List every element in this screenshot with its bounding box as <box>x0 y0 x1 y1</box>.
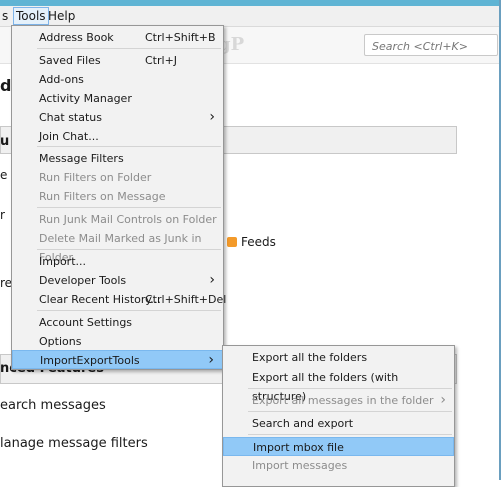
menu-item-label: Address Book <box>39 31 114 44</box>
menu-item-developer-tools[interactable]: Developer Tools › <box>12 271 223 290</box>
menu-item-delete-mail-marked-as-junk-in-folder[interactable]: Delete Mail Marked as Junk in Folder <box>12 229 223 264</box>
menu-item-label: Message Filters <box>39 152 124 166</box>
importexporttools-submenu: Export all the folders Export all the fol… <box>222 345 455 487</box>
menu-item-label: Run Filters on Message <box>39 190 166 204</box>
menu-item-label: Run Filters on Folder <box>39 171 152 185</box>
menu-item-label: Run Junk Mail Controls on Folder <box>39 213 217 227</box>
menu-separator <box>37 146 221 148</box>
menu-item-chat-status[interactable]: Chat status › <box>12 108 223 127</box>
feeds-label: Feeds <box>241 235 276 249</box>
menu-item-label: Account Settings <box>39 315 133 329</box>
search-box[interactable] <box>364 34 498 56</box>
menu-separator <box>248 434 452 435</box>
menu-item-import[interactable]: Import... <box>12 252 223 271</box>
menu-separator <box>37 309 221 311</box>
rss-icon <box>227 237 237 247</box>
menu-item-label: Saved Files <box>39 53 101 67</box>
text-fragment: e <box>0 168 8 182</box>
menu-item-shortcut: Ctrl+Shift+Del <box>145 292 227 306</box>
menu-item-activity-manager[interactable]: Activity Manager <box>12 89 223 108</box>
search-messages-link[interactable]: earch messages <box>0 398 106 413</box>
menu-separator <box>248 411 452 412</box>
menu-item-label: Activity Manager <box>39 91 132 105</box>
menu-item-label: Export all messages in the folder <box>252 393 434 407</box>
chevron-right-icon: › <box>209 271 215 288</box>
menu-item-label: Add-ons <box>39 72 84 86</box>
menu-item-label: Search and export <box>252 416 354 430</box>
account-heading-fragment: d <box>0 76 12 95</box>
menu-item-label: Import... <box>39 254 86 268</box>
menu-tools[interactable]: Tools <box>13 7 49 25</box>
manage-filters-link[interactable]: lanage message filters <box>0 436 148 451</box>
menu-item-label: Import mbox file <box>253 440 344 454</box>
menu-item-message-filters[interactable]: Message Filters <box>12 149 223 168</box>
menu-item-run-filters-on-folder[interactable]: Run Filters on Folder <box>12 168 223 187</box>
section-fragment: u <box>0 134 10 149</box>
menu-item-importexporttools[interactable]: ImportExportTools › <box>12 350 223 370</box>
menu-item-label: Join Chat... <box>39 129 99 143</box>
tools-menu: Address Book Ctrl+Shift+B Saved Files Ctrl+… <box>11 25 227 370</box>
menu-item-label: Clear Recent History... <box>39 292 161 306</box>
menu-item-export-all-messages-in-the-folder[interactable]: Export all messages in the folder › <box>223 391 454 410</box>
menu-bar: s Tools Help <box>0 6 499 27</box>
menu-item-join-chat[interactable]: Join Chat... <box>12 127 223 146</box>
menu-item-saved-files[interactable]: Saved Files Ctrl+J <box>12 51 223 70</box>
chevron-right-icon: › <box>440 391 446 408</box>
menu-separator <box>37 47 221 49</box>
menu-help[interactable]: Help <box>46 8 77 24</box>
menu-item-options[interactable]: Options <box>12 332 223 351</box>
menu-item-export-all-the-folders-with-structure[interactable]: Export all the folders (with structure) <box>223 368 454 403</box>
menu-item-run-filters-on-message[interactable]: Run Filters on Message <box>12 187 223 206</box>
menu-item-run-junk-mail-controls-on-folder[interactable]: Run Junk Mail Controls on Folder <box>12 210 223 229</box>
menu-item-add-ons[interactable]: Add-ons <box>12 70 223 89</box>
menu-item-label: Import messages <box>252 459 348 472</box>
search-input[interactable] <box>370 37 494 55</box>
menu-item-label: Chat status <box>39 110 103 124</box>
chevron-right-icon: › <box>209 108 215 125</box>
menu-separator <box>37 248 221 250</box>
menu-item-label: Options <box>39 334 82 348</box>
menu-item-shortcut: Ctrl+J <box>145 53 178 67</box>
feeds-link[interactable]: Feeds <box>227 235 276 249</box>
menu-item-account-settings[interactable]: Account Settings <box>12 313 223 332</box>
menu-item-import-messages[interactable]: Import messages <box>223 456 454 475</box>
menu-view[interactable]: s <box>0 8 10 24</box>
menu-separator <box>37 207 221 209</box>
menu-item-export-all-the-folders[interactable]: Export all the folders <box>223 348 454 367</box>
menu-item-address-book[interactable]: Address Book Ctrl+Shift+B <box>12 28 223 47</box>
menu-item-import-mbox-file[interactable]: Import mbox file <box>223 436 454 456</box>
text-fragment: r <box>0 208 5 222</box>
menu-item-label: Export all the folders <box>252 351 368 364</box>
chevron-right-icon: › <box>208 352 214 369</box>
menu-separator <box>248 388 452 389</box>
menu-item-clear-recent-history[interactable]: Clear Recent History... Ctrl+Shift+Del <box>12 290 227 309</box>
menu-item-label: Developer Tools <box>39 273 127 287</box>
menu-item-label: ImportExportTools <box>40 354 140 368</box>
menu-item-search-and-export[interactable]: Search and export <box>223 414 454 433</box>
menu-item-shortcut: Ctrl+Shift+B <box>145 31 216 44</box>
